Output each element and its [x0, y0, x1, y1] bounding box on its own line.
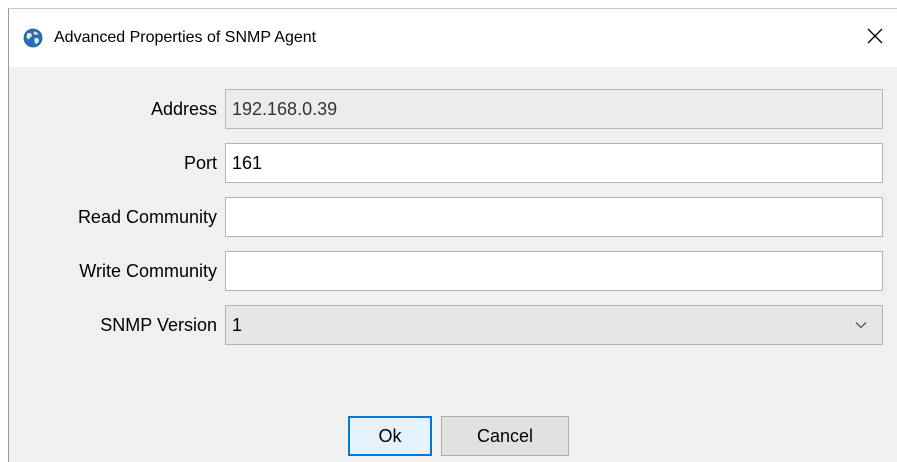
- write-community-row: Write Community: [9, 251, 897, 291]
- read-community-label: Read Community: [77, 207, 217, 227]
- address-label: Address: [150, 99, 217, 119]
- address-field[interactable]: [225, 89, 883, 129]
- cancel-button[interactable]: Cancel: [441, 416, 569, 456]
- snmp-version-row: SNMP Version 1: [9, 305, 897, 345]
- title-bar[interactable]: Advanced Properties of SNMP Agent: [9, 9, 897, 67]
- close-icon: [867, 28, 883, 44]
- write-community-label: Write Community: [79, 261, 217, 281]
- port-row: Port: [9, 143, 897, 183]
- close-button[interactable]: [861, 22, 889, 50]
- snmp-version-label: SNMP Version: [100, 315, 217, 335]
- snmp-agent-dialog: Advanced Properties of SNMP Agent Addres…: [8, 8, 897, 462]
- dialog-content: Address Port Read Community Write Commun…: [9, 67, 897, 462]
- address-row: Address: [9, 89, 897, 129]
- button-bar: Ok Cancel: [9, 416, 897, 456]
- read-community-field[interactable]: [225, 197, 883, 237]
- snmp-version-select[interactable]: 1: [225, 305, 883, 345]
- port-label: Port: [183, 153, 217, 173]
- ok-button[interactable]: Ok: [348, 416, 432, 456]
- snmp-version-value: 1: [232, 315, 243, 335]
- chevron-down-icon: [855, 322, 867, 329]
- write-community-field[interactable]: [225, 251, 883, 291]
- port-field[interactable]: [225, 143, 883, 183]
- window-title: Advanced Properties of SNMP Agent: [54, 29, 317, 46]
- read-community-row: Read Community: [9, 197, 897, 237]
- globe-icon: [23, 28, 43, 48]
